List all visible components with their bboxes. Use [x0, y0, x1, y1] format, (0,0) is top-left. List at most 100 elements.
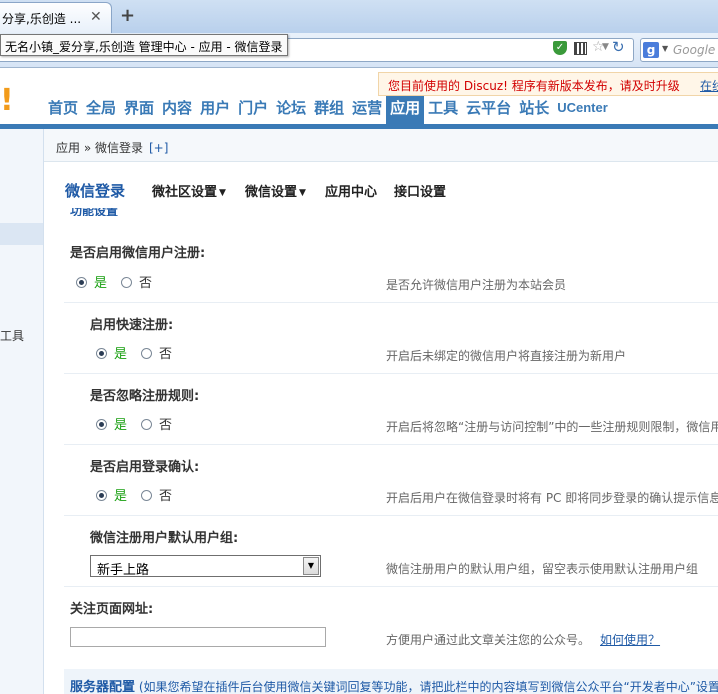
radio-no[interactable] — [141, 348, 153, 359]
section-title-text: 功能设置 — [70, 208, 119, 216]
radio-yes-label[interactable]: 是 — [114, 418, 127, 433]
browser-window: 分享,乐创造 ... ✕ + 无名小镇_爱分享,乐创造 管理中心 - 应用 - … — [0, 0, 718, 694]
sidebar-item-selected[interactable] — [0, 223, 43, 245]
server-config-desc: (如果您希望在插件后台使用微信关键词回复等功能，请把此栏中的内容填写到微信公众平… — [138, 680, 718, 694]
usergroup-title: 微信注册用户默认用户组: — [90, 531, 239, 546]
breadcrumb-path: 应用 » 微信登录 — [56, 141, 143, 155]
radio-no-label[interactable]: 否 — [159, 418, 172, 433]
search-engine-dropdown-icon[interactable]: ▼ — [662, 44, 668, 53]
subnav-label: 应用中心 — [325, 185, 378, 200]
chevron-down-icon: ▼ — [219, 188, 226, 198]
subnav-label: 微社区设置 — [152, 185, 218, 200]
reload-icon[interactable]: ↻ — [612, 38, 625, 56]
subnav-item-community-settings[interactable]: 微社区设置 ▼ — [152, 181, 226, 200]
setting-hint: 开启后将忽略“注册与访问控制”中的一些注册规则限制，微信用 — [386, 420, 718, 434]
page-title-tooltip: 无名小镇_爱分享,乐创造 管理中心 - 应用 - 微信登录 — [0, 34, 288, 56]
nav-item[interactable]: 云平台 — [462, 96, 515, 124]
nav-item[interactable]: 工具 — [424, 96, 462, 124]
radio-no-label[interactable]: 否 — [159, 489, 172, 504]
logo[interactable]: ! — [0, 86, 14, 116]
nav-item[interactable]: 群组 — [310, 96, 348, 124]
subnav-label: 微信设置 — [245, 185, 298, 200]
setting-radio-group: 是否 — [76, 272, 152, 291]
subnav-label: 接口设置 — [394, 185, 447, 200]
browser-tab[interactable]: 分享,乐创造 ... ✕ — [0, 2, 112, 33]
tab-title: 分享,乐创造 ... — [2, 12, 82, 26]
divider — [64, 302, 718, 303]
setting-hint: 开启后未绑定的微信用户将直接注册为新用户 — [386, 349, 627, 363]
breadcrumb-text: 应用 » 微信登录 [+] — [56, 139, 168, 156]
server-config-bar: 服务器配置 (如果您希望在插件后台使用微信关键词回复等功能，请把此栏中的内容填写… — [64, 669, 718, 694]
nav-item[interactable]: 首页 — [44, 96, 82, 124]
nav-item[interactable]: 界面 — [120, 96, 158, 124]
divider — [64, 515, 718, 516]
upgrade-notice: 您目前使用的 Discuz! 程序有新版本发布，请及时升级 在线 — [378, 72, 718, 96]
radio-no[interactable] — [141, 490, 153, 501]
server-config-text: 服务器配置 (如果您希望在插件后台使用微信关键词回复等功能，请把此栏中的内容填写… — [70, 676, 718, 694]
setting-radio-group: 是否 — [96, 343, 172, 362]
nav-item[interactable]: 全局 — [82, 96, 120, 124]
nav-item[interactable]: 运营 — [348, 96, 386, 124]
divider — [64, 444, 718, 445]
radio-yes[interactable] — [76, 277, 87, 288]
nav-item[interactable]: 用户 — [196, 96, 234, 124]
close-tab-icon[interactable]: ✕ — [90, 9, 102, 25]
radio-yes[interactable] — [96, 348, 107, 359]
nav-item[interactable]: 应用 — [386, 96, 425, 124]
nav-item[interactable]: 内容 — [158, 96, 196, 124]
radio-yes[interactable] — [96, 490, 107, 501]
radio-no[interactable] — [141, 419, 153, 430]
how-to-use-link[interactable]: 如何使用？ — [600, 633, 660, 647]
chevron-down-icon[interactable]: ▼ — [602, 42, 609, 52]
sidebar: 工具 — [0, 129, 44, 694]
radio-yes[interactable] — [96, 419, 107, 430]
radio-yes-label[interactable]: 是 — [114, 489, 127, 504]
follow-url-hint-text: 方便用户通过此文章关注您的公众号。 — [386, 633, 591, 647]
upgrade-notice-link[interactable]: 在线 — [700, 77, 718, 94]
radio-no-label[interactable]: 否 — [139, 276, 152, 291]
radio-no-label[interactable]: 否 — [159, 347, 172, 362]
divider — [64, 373, 718, 374]
setting-hint: 是否允许微信用户注册为本站会员 — [386, 278, 567, 292]
chevron-down-icon: ▼ — [299, 188, 306, 198]
setting-title: 启用快速注册: — [90, 318, 174, 333]
radio-yes-label[interactable]: 是 — [114, 347, 127, 362]
search-box[interactable]: g ▼ Google — [640, 38, 718, 62]
qr-code-icon[interactable] — [574, 42, 587, 55]
chevron-down-icon[interactable]: ▼ — [303, 557, 319, 575]
server-config-title: 服务器配置 — [70, 680, 136, 694]
main-nav: 首页 全局 界面 内容 用户 门户 论坛 群组 运营 应用 工具 云平台 站长 UCenter — [44, 96, 718, 124]
follow-url-hint: 方便用户通过此文章关注您的公众号。 如何使用？ — [386, 631, 660, 648]
follow-url-input[interactable] — [70, 627, 326, 647]
setting-title: 是否启用登录确认: — [90, 460, 200, 475]
subnav-item-wechat-settings[interactable]: 微信设置 ▼ — [245, 181, 306, 200]
nav-item[interactable]: UCenter — [553, 96, 612, 124]
sub-nav: 微信登录 微社区设置 ▼ 微信设置 ▼ 应用中心 接口设置 — [44, 169, 718, 209]
page-title: 微信登录 — [65, 182, 126, 200]
subnav-item-app-center[interactable]: 应用中心 — [325, 181, 377, 200]
usergroup-value: 新手上路 — [97, 563, 150, 578]
new-tab-button[interactable]: + — [120, 5, 135, 26]
shield-icon[interactable]: ✓ — [553, 41, 567, 55]
setting-radio-group: 是否 — [96, 485, 172, 504]
nav-item[interactable]: 论坛 — [272, 96, 310, 124]
nav-item[interactable]: 门户 — [234, 96, 272, 124]
radio-no[interactable] — [121, 277, 133, 288]
sidebar-item-tools[interactable]: 工具 — [0, 327, 24, 344]
follow-url-title: 关注页面网址: — [70, 602, 154, 617]
subnav-item-api-settings[interactable]: 接口设置 — [394, 181, 446, 200]
main-content: 应用 » 微信登录 [+] 微信登录 微社区设置 ▼ 微信设置 ▼ 应用中心 接口设置… — [44, 129, 718, 694]
tab-strip: 分享,乐创造 ... ✕ + — [0, 0, 718, 33]
setting-hint: 开启后用户在微信登录时将有 PC 即将同步登录的确认提示信息 — [386, 491, 718, 505]
add-shortcut-link[interactable]: [+] — [149, 141, 168, 155]
search-engine-icon[interactable]: g — [643, 42, 659, 58]
search-placeholder: Google — [673, 43, 716, 57]
setting-radio-group: 是否 — [96, 414, 172, 433]
usergroup-select[interactable]: 新手上路 ▼ — [90, 555, 321, 578]
radio-yes-label[interactable]: 是 — [94, 276, 107, 291]
breadcrumb: 应用 » 微信登录 [+] — [44, 129, 718, 162]
divider — [64, 586, 718, 587]
section-title: 功能设置 — [70, 208, 150, 216]
nav-item[interactable]: 站长 — [515, 96, 553, 124]
upgrade-notice-text: 您目前使用的 Discuz! 程序有新版本发布，请及时升级 — [388, 79, 680, 93]
